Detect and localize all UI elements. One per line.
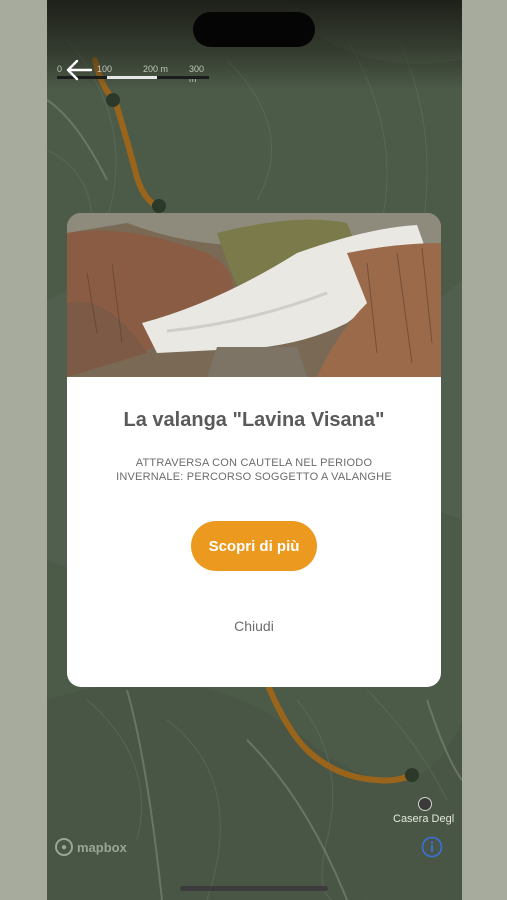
dynamic-island xyxy=(193,12,315,47)
info-circle-icon[interactable] xyxy=(421,836,443,858)
modal-subtitle: ATTRAVERSA CON CAUTELA NEL PERIODO INVER… xyxy=(116,457,392,483)
poi-marker-icon xyxy=(418,797,432,811)
scale-label-100: 100 xyxy=(97,64,113,74)
scale-label-300: 300 m xyxy=(189,64,205,84)
phone-screen: 0 100 200 m 300 m Casera Degl ● mapbox L… xyxy=(47,0,462,900)
back-button[interactable] xyxy=(59,52,99,88)
poi-label: Casera Degl xyxy=(393,813,455,825)
close-button[interactable]: Chiudi xyxy=(67,618,441,634)
mapbox-logo-icon: ● xyxy=(55,838,73,856)
mapbox-attribution[interactable]: ● mapbox xyxy=(55,838,127,856)
map-poi-casera[interactable]: Casera Degl xyxy=(393,797,457,825)
mapbox-label: mapbox xyxy=(77,839,127,855)
home-indicator[interactable] xyxy=(180,886,328,891)
modal-title: La valanga "Lavina Visana" xyxy=(123,409,385,431)
learn-more-button[interactable]: Scopri di più xyxy=(191,521,317,571)
scale-label-200: 200 m xyxy=(143,64,169,74)
poi-modal: La valanga "Lavina Visana" ATTRAVERSA CO… xyxy=(67,213,441,687)
avalanche-photo xyxy=(67,213,441,377)
arrow-left-icon xyxy=(66,59,93,81)
